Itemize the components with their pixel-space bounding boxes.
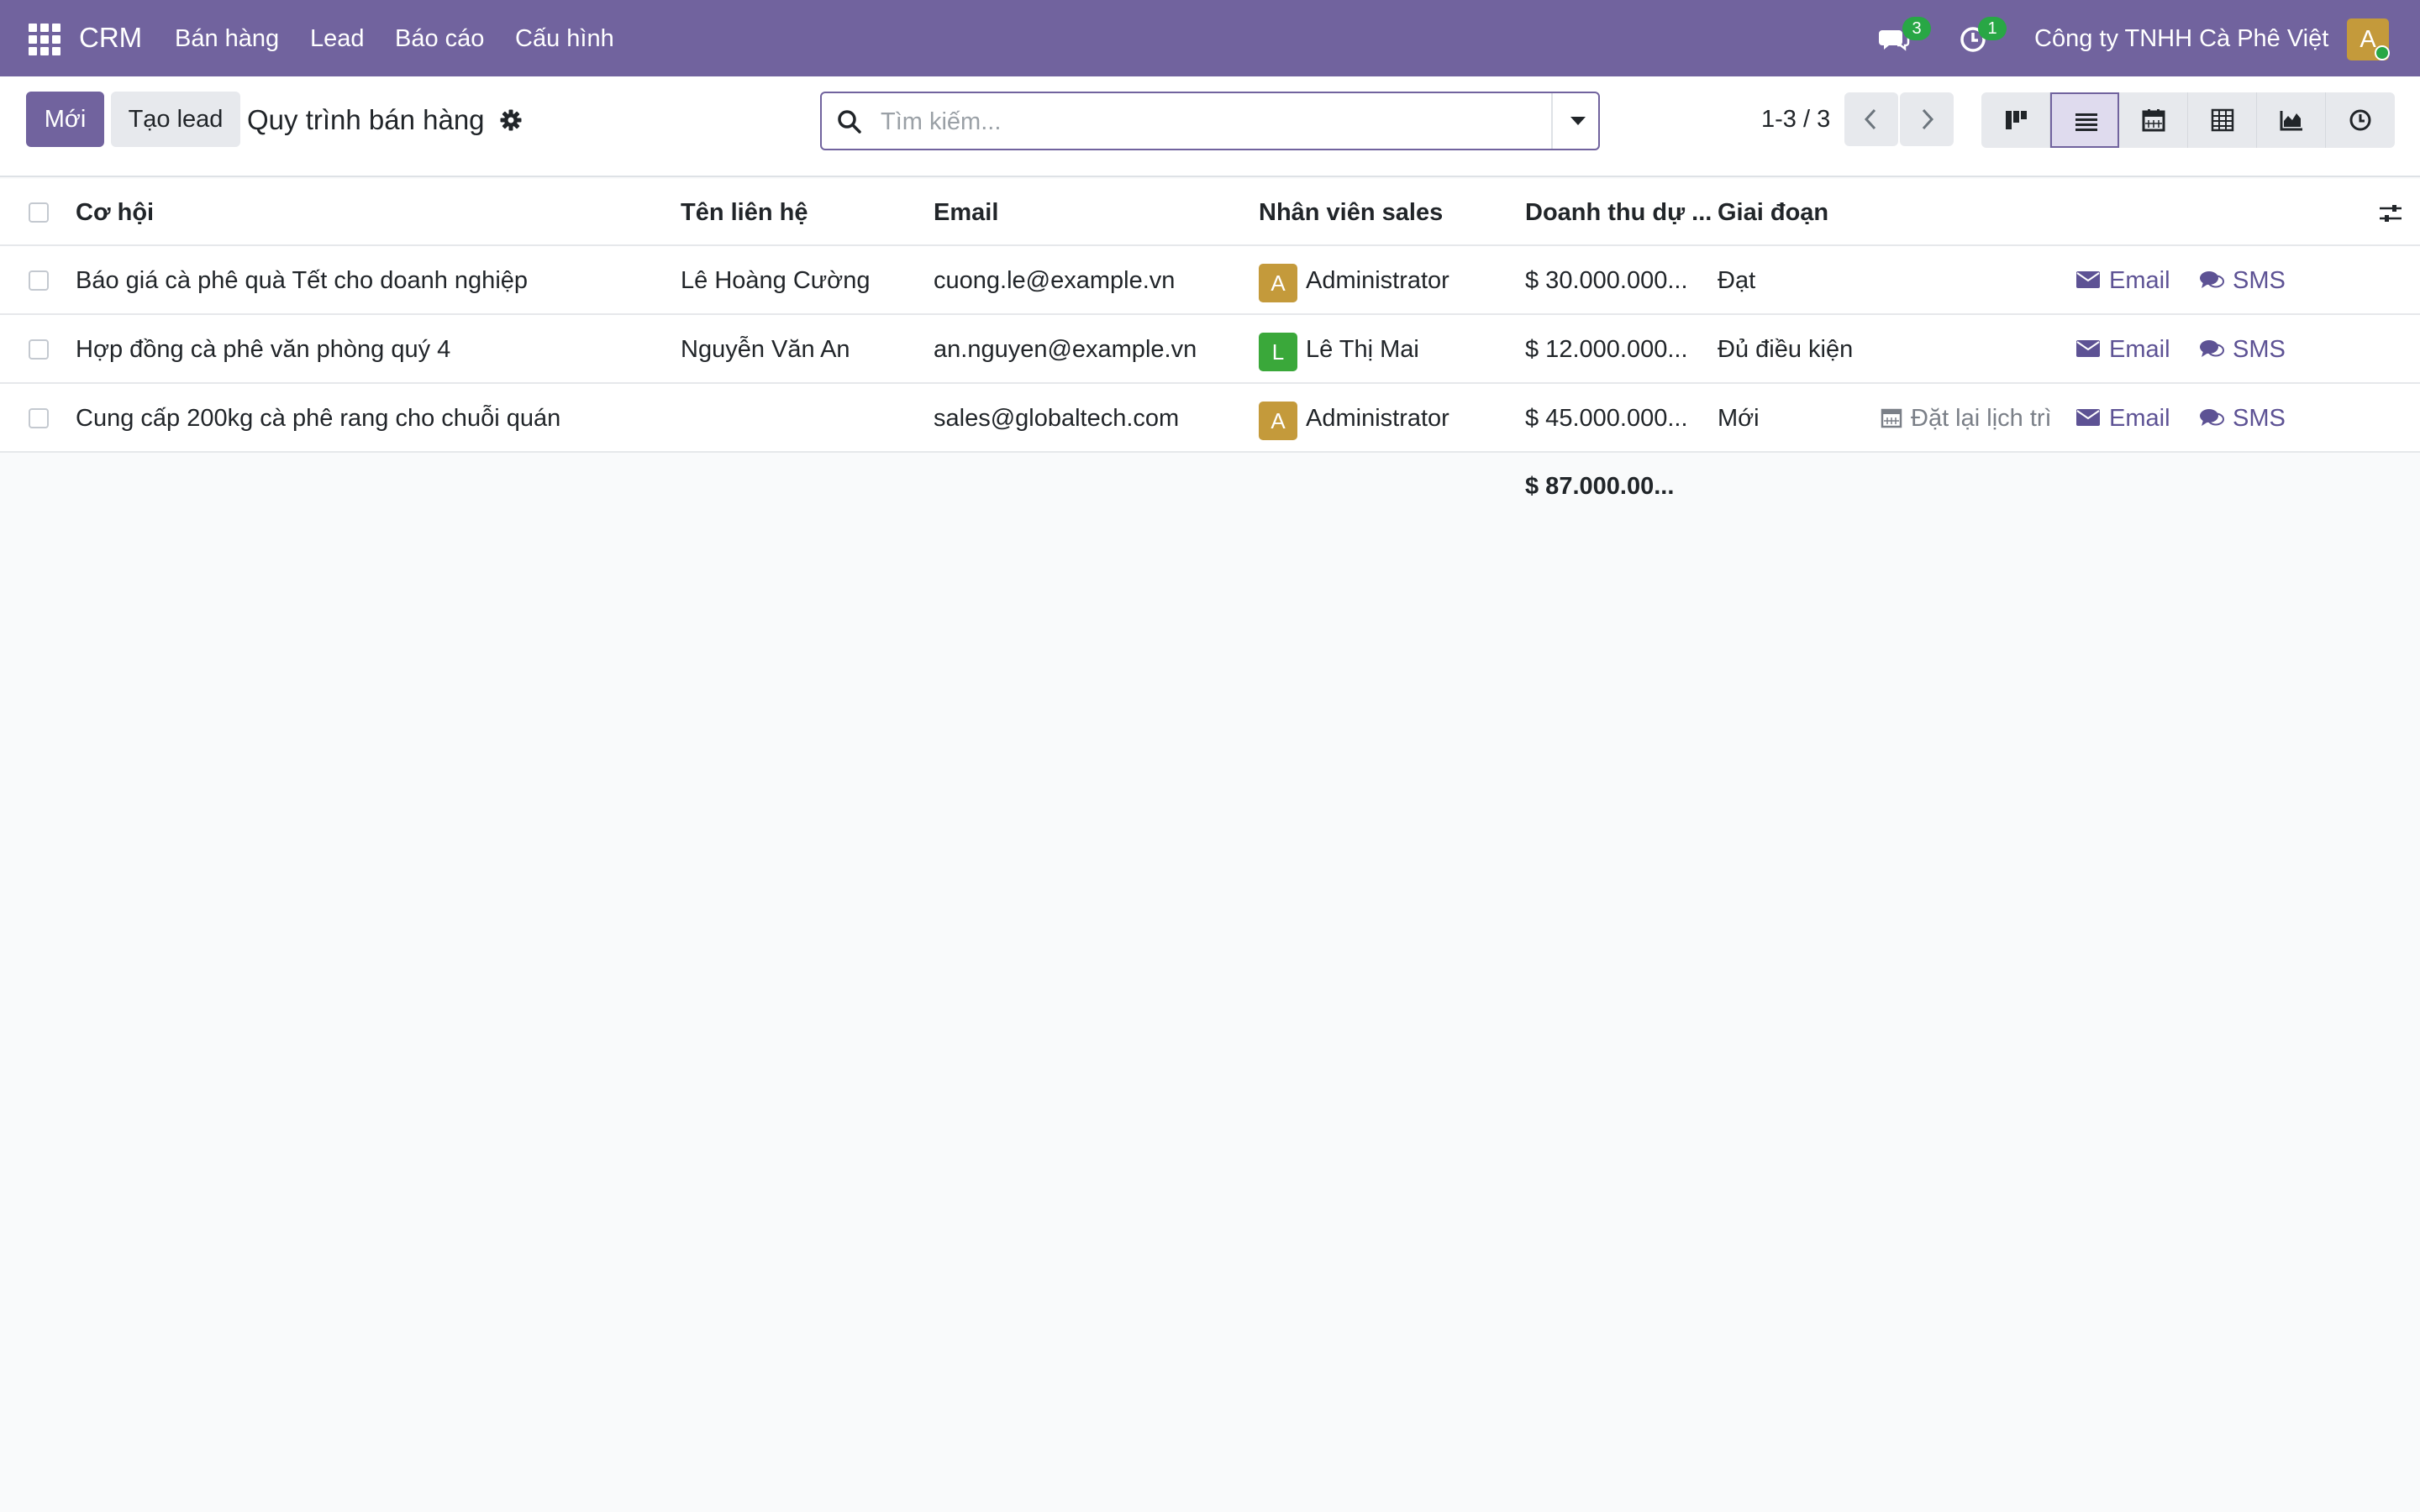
calendar-view-button[interactable] <box>2119 92 2188 148</box>
revenue-total: $ 87.000.00... <box>1525 473 1675 500</box>
email-action-button[interactable]: Email <box>2075 384 2170 453</box>
table-row[interactable]: Hợp đồng cà phê văn phòng quý 4 Nguyễn V… <box>0 315 2420 384</box>
pager-value[interactable]: 1-3 / 3 <box>1761 106 1830 134</box>
envelope-icon <box>2076 340 2100 358</box>
email-action-label: Email <box>2109 336 2170 363</box>
contact-name[interactable]: Nguyễn Văn An <box>681 315 850 384</box>
row-checkbox[interactable] <box>29 339 49 360</box>
column-header-email[interactable]: Email <box>934 179 998 246</box>
salesperson-name[interactable]: Administrator <box>1306 246 1449 315</box>
salesperson-name[interactable]: Administrator <box>1306 384 1449 453</box>
pager-previous-button[interactable] <box>1844 92 1898 146</box>
messages-badge: 3 <box>1902 17 1931 40</box>
search-input[interactable] <box>881 105 1519 139</box>
envelope-icon <box>2076 271 2100 289</box>
control-panel: Mới Tạo lead Quy trình bán hàng Tìm kiếm… <box>0 76 2420 177</box>
activities-badge: 1 <box>1978 17 2007 40</box>
apps-menu-icon[interactable] <box>27 22 60 55</box>
sms-bubbles-icon <box>2200 340 2224 358</box>
company-switcher[interactable]: Công ty TNHH Cà Phê Việt <box>2034 25 2328 53</box>
table-header: Cơ hội Tên liên hệ Email Nhân viên sales… <box>0 179 2420 246</box>
sms-action-button[interactable]: SMS <box>2199 384 2286 453</box>
contact-name[interactable]: Lê Hoàng Cường <box>681 246 870 315</box>
sms-bubbles-icon <box>2200 409 2224 427</box>
list-icon <box>2075 113 2097 131</box>
expected-revenue[interactable]: $ 12.000.000... <box>1525 315 1702 384</box>
opportunity-name[interactable]: Báo giá cà phê quà Tết cho doanh nghiệp <box>76 246 528 315</box>
column-header-opportunity[interactable]: Cơ hội <box>76 179 154 246</box>
totals-row: $ 87.000.00... <box>0 453 2420 520</box>
sms-action-label: SMS <box>2233 267 2286 294</box>
reschedule-action-button[interactable]: Đặt lại lịch trì <box>1881 384 2061 453</box>
stage-value[interactable]: Đủ điều kiện <box>1718 315 1853 384</box>
email-value[interactable]: an.nguyen@example.vn <box>934 315 1197 384</box>
salesperson-name[interactable]: Lê Thị Mai <box>1306 315 1419 384</box>
column-header-expected-revenue[interactable]: Doanh thu dự ... <box>1525 179 1712 246</box>
search-bar <box>820 92 1600 150</box>
sms-action-button[interactable]: SMS <box>2199 246 2286 315</box>
create-lead-button[interactable]: Tạo lead <box>111 92 240 147</box>
reschedule-action-label: Đặt lại lịch trì <box>1911 405 2052 432</box>
sms-bubbles-icon <box>2200 271 2224 289</box>
column-header-stage[interactable]: Giai đoạn <box>1718 179 1828 246</box>
kanban-icon <box>2006 111 2027 129</box>
select-all-checkbox[interactable] <box>29 202 49 223</box>
pager-next-button[interactable] <box>1900 92 1954 146</box>
column-header-salesperson[interactable]: Nhân viên sales <box>1259 179 1443 246</box>
menu-configuration[interactable]: Cấu hình <box>515 25 614 53</box>
stage-value[interactable]: Mới <box>1718 384 1760 453</box>
graph-view-button[interactable] <box>2257 92 2326 148</box>
search-options-toggle[interactable] <box>1551 93 1600 149</box>
clock-icon <box>2349 109 2371 131</box>
row-checkbox[interactable] <box>29 270 49 291</box>
salesperson-avatar: A <box>1259 402 1297 440</box>
email-action-label: Email <box>2109 405 2170 432</box>
online-status-indicator <box>2375 45 2390 60</box>
chevron-left-icon <box>1864 108 1876 130</box>
activity-view-button[interactable] <box>2326 92 2395 148</box>
pivot-table-icon <box>2211 108 2234 132</box>
search-icon <box>835 108 864 136</box>
envelope-icon <box>2076 409 2100 427</box>
sms-action-button[interactable]: SMS <box>2199 315 2286 384</box>
email-action-button[interactable]: Email <box>2075 246 2170 315</box>
optional-columns-icon[interactable] <box>2378 201 2403 226</box>
sms-action-label: SMS <box>2233 405 2286 432</box>
menu-reports[interactable]: Báo cáo <box>395 25 484 53</box>
opportunity-list: Cơ hội Tên liên hệ Email Nhân viên sales… <box>0 179 2420 520</box>
area-chart-icon <box>2280 111 2302 131</box>
page-title: Quy trình bán hàng <box>247 104 485 135</box>
email-action-label: Email <box>2109 267 2170 294</box>
pivot-view-button[interactable] <box>2188 92 2257 148</box>
opportunity-name[interactable]: Cung cấp 200kg cà phê rang cho chuỗi quá… <box>76 384 560 453</box>
email-action-button[interactable]: Email <box>2075 315 2170 384</box>
column-header-contact[interactable]: Tên liên hệ <box>681 179 808 246</box>
view-switcher <box>1981 92 2395 148</box>
menu-lead[interactable]: Lead <box>310 25 365 53</box>
email-value[interactable]: sales@globaltech.com <box>934 384 1179 453</box>
stage-value[interactable]: Đạt <box>1718 246 1755 315</box>
sms-action-label: SMS <box>2233 336 2286 363</box>
calendar-icon <box>1881 409 1902 428</box>
menu-sales[interactable]: Bán hàng <box>175 25 279 53</box>
email-value[interactable]: cuong.le@example.vn <box>934 246 1175 315</box>
list-view-button[interactable] <box>2050 92 2119 148</box>
salesperson-avatar: A <box>1259 264 1297 302</box>
table-row[interactable]: Cung cấp 200kg cà phê rang cho chuỗi quá… <box>0 384 2420 453</box>
kanban-view-button[interactable] <box>1981 92 2050 148</box>
opportunity-name[interactable]: Hợp đồng cà phê văn phòng quý 4 <box>76 315 450 384</box>
table-row[interactable]: Báo giá cà phê quà Tết cho doanh nghiệp … <box>0 246 2420 315</box>
app-brand[interactable]: CRM <box>79 22 142 54</box>
chevron-right-icon <box>1922 108 1934 130</box>
expected-revenue[interactable]: $ 30.000.000... <box>1525 246 1702 315</box>
salesperson-avatar: L <box>1259 333 1297 371</box>
gear-icon[interactable] <box>499 108 523 132</box>
calendar-icon <box>2142 109 2165 132</box>
new-button[interactable]: Mới <box>26 92 104 147</box>
expected-revenue[interactable]: $ 45.000.000... <box>1525 384 1702 453</box>
top-navbar: CRM Bán hàng Lead Báo cáo Cấu hình 3 1 C… <box>0 0 2420 76</box>
row-checkbox[interactable] <box>29 408 49 428</box>
